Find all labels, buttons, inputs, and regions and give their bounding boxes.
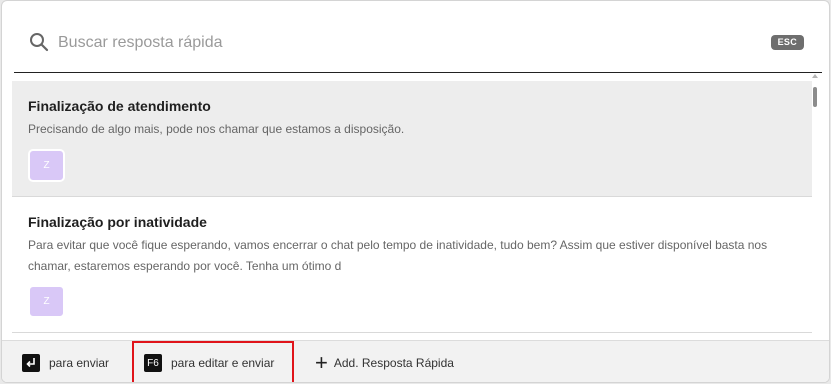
add-label: Add. Resposta Rápida — [333, 356, 454, 370]
item-title: Finalização por inatividade — [28, 214, 207, 230]
search-bar: ESC — [14, 19, 822, 73]
quick-reply-list: Finalização de atendimento Precisando de… — [12, 81, 812, 339]
item-text: Para evitar que você fique esperando, va… — [28, 238, 768, 273]
item-title: Finalização de atendimento — [28, 98, 211, 114]
edit-send-label: para editar e enviar — [171, 356, 275, 370]
add-quick-reply-button[interactable]: + Add. Resposta Rápida — [315, 341, 454, 382]
search-icon — [30, 33, 49, 52]
item-text: Precisando de algo mais, pode nos chamar… — [28, 122, 405, 136]
edit-send-hint: F6 para editar e enviar — [132, 341, 294, 382]
quick-reply-modal: ESC Finalização de atendimento Precisand… — [1, 0, 830, 383]
scroll-up-arrow-icon[interactable] — [812, 74, 818, 78]
list-item[interactable]: Finalização de atendimento Precisando de… — [12, 81, 812, 197]
f6-key-icon: F6 — [144, 354, 162, 372]
tag-badge: Z — [28, 149, 65, 182]
scrollbar-thumb[interactable] — [813, 87, 817, 107]
send-hint: para enviar — [22, 341, 110, 382]
list-item[interactable]: Finalização por inatividade Para evitar … — [12, 197, 812, 333]
send-label: para enviar — [49, 356, 110, 370]
enter-key-icon — [22, 354, 40, 372]
search-input[interactable] — [58, 29, 718, 57]
footer-bar: para enviar F6 para editar e enviar + Ad… — [2, 340, 829, 382]
plus-icon: + — [315, 350, 328, 375]
esc-badge[interactable]: ESC — [770, 35, 804, 50]
tag-badge: Z — [28, 285, 65, 318]
